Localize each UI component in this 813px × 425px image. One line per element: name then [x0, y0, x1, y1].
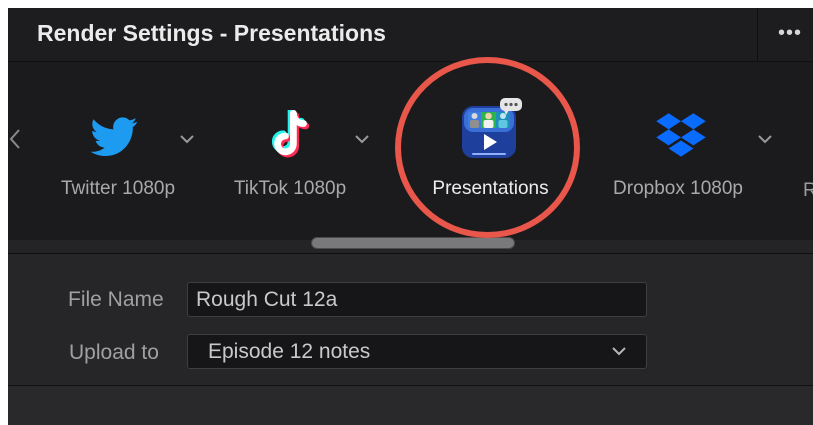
- upload-to-label: Upload to: [69, 341, 159, 364]
- preset-label-partial: R: [803, 180, 813, 201]
- more-options-icon[interactable]: •••: [767, 8, 813, 61]
- preset-tiktok[interactable]: TikTok 1080p: [215, 62, 365, 240]
- preset-strip-scrollbar[interactable]: [311, 237, 515, 249]
- twitter-bird-icon: [90, 117, 138, 156]
- preset-label: Twitter 1080p: [60, 178, 176, 199]
- scroll-left-chevron-icon[interactable]: [8, 128, 22, 150]
- preset-twitter[interactable]: Twitter 1080p: [43, 62, 193, 240]
- dropbox-icon: [656, 113, 706, 157]
- chevron-down-icon: [612, 347, 626, 356]
- upload-to-value: Episode 12 notes: [208, 340, 371, 363]
- preset-label: TikTok 1080p: [233, 178, 347, 199]
- file-name-label: File Name: [68, 288, 164, 311]
- preset-options-chevron-icon[interactable]: [178, 130, 196, 148]
- panel-footer: [8, 386, 813, 425]
- tiktok-icon: [271, 110, 310, 158]
- preset-dropbox[interactable]: Dropbox 1080p: [603, 62, 753, 240]
- preset-strip: Twitter 1080p TikTok 1080p Presentations…: [8, 62, 813, 240]
- preset-options-chevron-icon[interactable]: [353, 130, 371, 148]
- panel-title: Render Settings - Presentations: [37, 20, 386, 46]
- title-divider: [757, 8, 758, 61]
- title-bar: Render Settings - Presentations •••: [8, 8, 813, 62]
- settings-form: File Name Rough Cut 12a Upload to Episod…: [8, 254, 813, 385]
- preset-presentations[interactable]: Presentations: [413, 62, 568, 240]
- preset-label: Dropbox 1080p: [613, 178, 743, 199]
- preset-label: Presentations: [432, 178, 549, 199]
- presentations-icon: [462, 98, 522, 158]
- preset-options-chevron-icon[interactable]: [756, 130, 774, 148]
- render-settings-panel: Render Settings - Presentations ••• Twit…: [8, 8, 813, 425]
- file-name-input[interactable]: Rough Cut 12a: [187, 282, 647, 317]
- upload-to-dropdown[interactable]: Episode 12 notes: [187, 334, 647, 369]
